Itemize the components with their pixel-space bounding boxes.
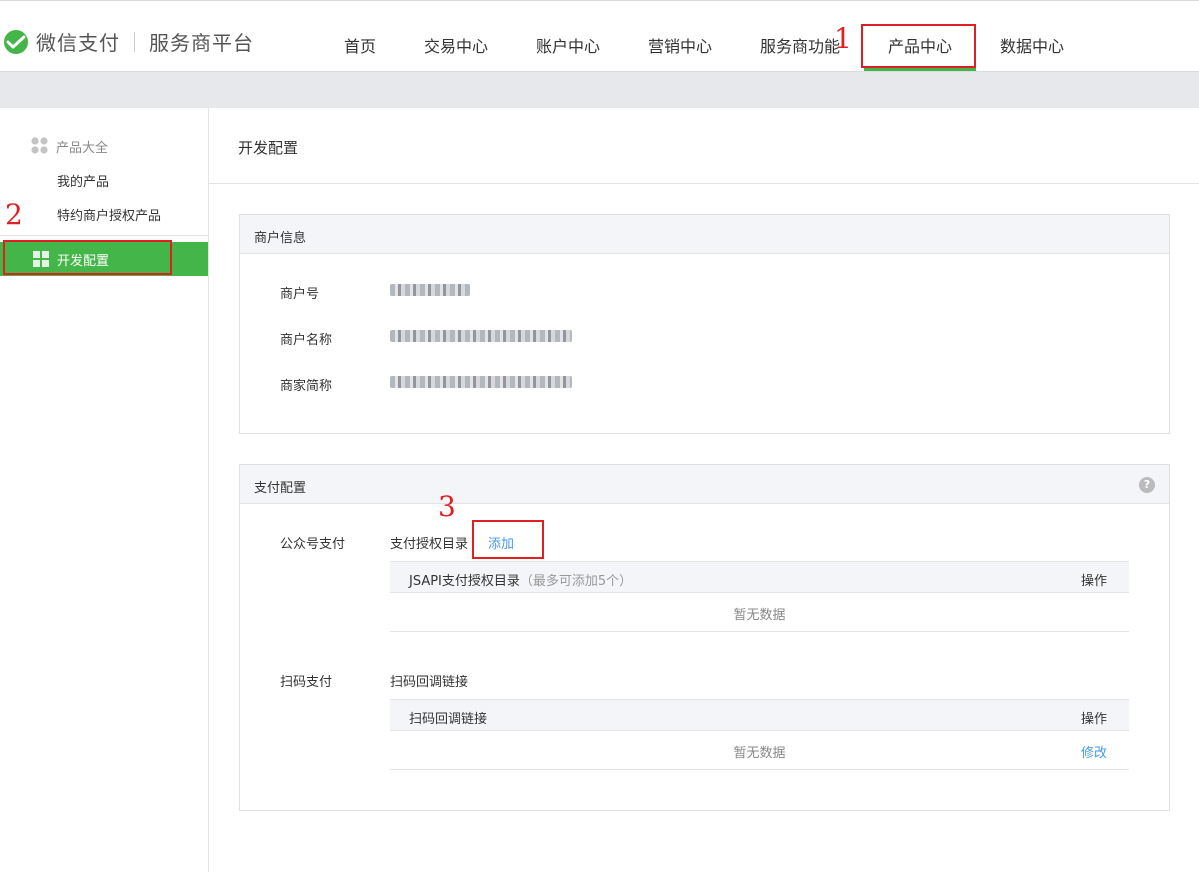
wechat-pay-icon bbox=[4, 29, 28, 54]
native-table-op-col: 操作 bbox=[1080, 712, 1107, 727]
merchant-id-value-redacted bbox=[390, 284, 470, 296]
pay-config-panel: 支付配置 ? 公众号支付 支付授权目录 添加 JSAPI支付授权目录（最多可添加… bbox=[239, 464, 1170, 811]
merchant-info-heading: 商户信息 bbox=[254, 231, 307, 246]
pay-config-heading: 支付配置 bbox=[254, 481, 307, 496]
jsapi-table-hint: （最多可添加5个） bbox=[519, 574, 633, 589]
annotation-number-2: 2 bbox=[5, 198, 23, 231]
annotation-number-1: 1 bbox=[834, 22, 852, 55]
edit-callback-link[interactable]: 修改 bbox=[1081, 742, 1107, 761]
native-callback-table: 扫码回调链接 操作 暂无数据 修改 bbox=[390, 699, 1129, 770]
merchant-info-panel: 商户信息 商户号 商户名称 商家简称 bbox=[239, 214, 1170, 434]
jsapi-table-header: JSAPI支付授权目录（最多可添加5个） 操作 bbox=[390, 561, 1129, 593]
merchant-short-name-label: 商家简称 bbox=[280, 379, 333, 394]
native-empty-text: 暂无数据 bbox=[733, 746, 786, 761]
products-group-icon bbox=[31, 137, 48, 154]
merchant-name-label: 商户名称 bbox=[280, 333, 333, 348]
merchant-short-name-value-redacted bbox=[390, 376, 572, 388]
nav-home[interactable]: 首页 bbox=[344, 33, 376, 57]
jsapi-empty-text: 暂无数据 bbox=[733, 608, 786, 623]
nav-data[interactable]: 数据中心 bbox=[1000, 33, 1064, 57]
jsapi-dir-table: JSAPI支付授权目录（最多可添加5个） 操作 暂无数据 bbox=[390, 561, 1129, 632]
page-title: 开发配置 bbox=[238, 139, 299, 157]
native-table-col: 扫码回调链接 bbox=[409, 712, 488, 727]
platform-name: 服务商平台 bbox=[149, 31, 254, 55]
jsapi-table-col: JSAPI支付授权目录（最多可添加5个） bbox=[409, 570, 632, 589]
merchant-info-header: 商户信息 bbox=[240, 215, 1169, 254]
sidebar-group-label: 产品大全 bbox=[56, 141, 109, 156]
jsapi-table-col-title: JSAPI支付授权目录 bbox=[409, 574, 520, 589]
help-icon[interactable]: ? bbox=[1139, 477, 1155, 493]
brand-divider bbox=[134, 31, 135, 52]
top-header: 微信支付 服务商平台 首页 交易中心 账户中心 营销中心 服务商功能 产品中心 … bbox=[0, 0, 1199, 72]
jsapi-dir-desc: 支付授权目录 bbox=[390, 537, 469, 552]
native-pay-label: 扫码支付 bbox=[280, 675, 333, 690]
title-divider bbox=[209, 183, 1199, 184]
native-table-header: 扫码回调链接 操作 bbox=[390, 699, 1129, 731]
nav-marketing[interactable]: 营销中心 bbox=[648, 33, 712, 57]
nav-provider-functions[interactable]: 服务商功能 bbox=[760, 33, 840, 57]
annotation-box-1 bbox=[861, 24, 976, 68]
sidebar-divider bbox=[0, 235, 208, 236]
subheader-strip bbox=[0, 72, 1199, 108]
brand-logo[interactable]: 微信支付 服务商平台 bbox=[2, 27, 254, 56]
native-table-row: 暂无数据 修改 bbox=[390, 731, 1129, 770]
annotation-number-3: 3 bbox=[438, 490, 456, 523]
annotation-box-3 bbox=[472, 520, 544, 559]
nav-account[interactable]: 账户中心 bbox=[536, 33, 600, 57]
native-callback-desc: 扫码回调链接 bbox=[390, 675, 469, 690]
sidebar-item-my-products[interactable]: 我的产品 bbox=[57, 171, 109, 190]
sidebar: 产品大全 我的产品 特约商户授权产品 开发配置 bbox=[0, 108, 209, 872]
jsapi-pay-label: 公众号支付 bbox=[280, 537, 346, 552]
brand-name: 微信支付 bbox=[36, 31, 120, 55]
pay-config-header: 支付配置 ? bbox=[240, 465, 1169, 504]
jsapi-table-op-col: 操作 bbox=[1080, 574, 1107, 589]
annotation-box-2 bbox=[3, 240, 172, 275]
sidebar-item-authorized-products[interactable]: 特约商户授权产品 bbox=[57, 205, 161, 224]
nav-transactions[interactable]: 交易中心 bbox=[424, 33, 488, 57]
merchant-id-label: 商户号 bbox=[280, 287, 320, 302]
merchant-name-value-redacted bbox=[390, 330, 572, 342]
jsapi-table-row: 暂无数据 bbox=[390, 593, 1129, 632]
